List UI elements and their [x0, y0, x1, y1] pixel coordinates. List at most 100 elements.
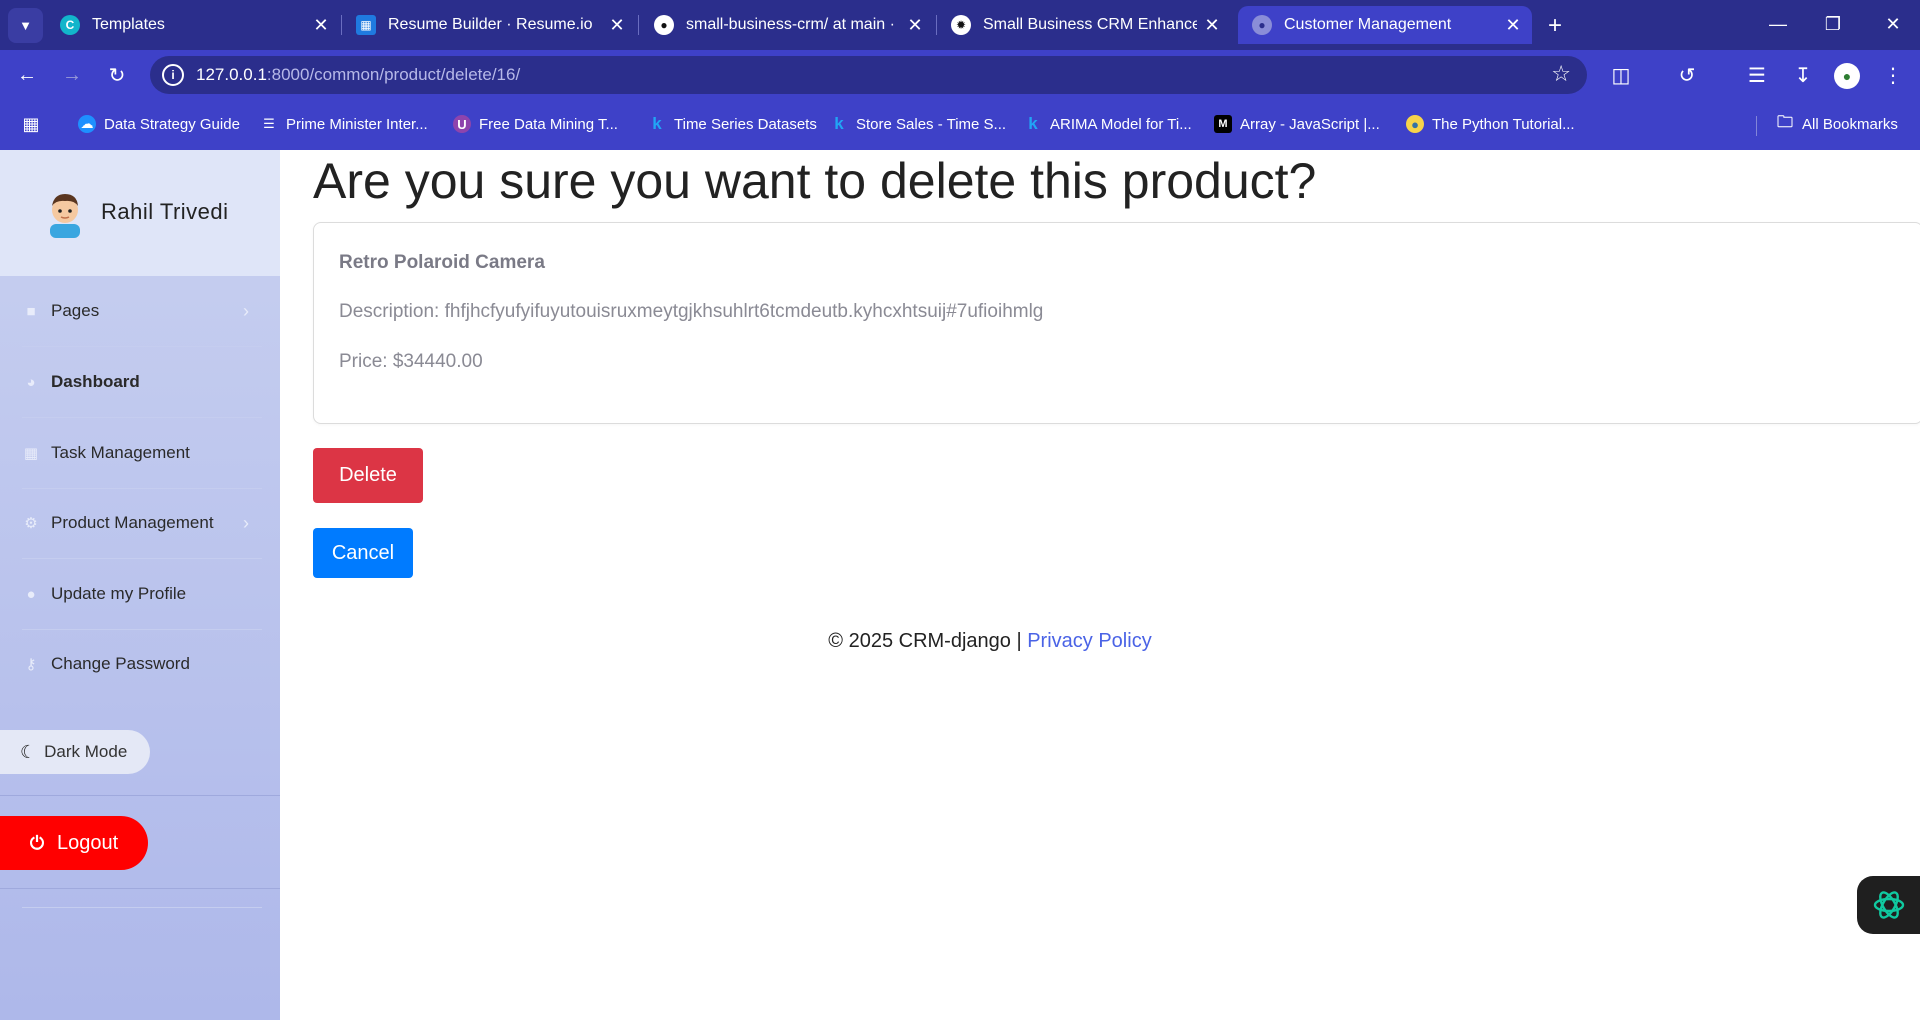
- reload-icon: ↻: [108, 64, 126, 87]
- arrow-left-icon: ←: [17, 63, 37, 86]
- kaggle-icon: k: [834, 114, 844, 133]
- logout-button[interactable]: ⏻ Logout: [0, 816, 148, 870]
- close-icon[interactable]: ✕: [1502, 14, 1524, 36]
- sidebar-divider: [0, 888, 280, 889]
- user-name: Rahil Trivedi: [101, 199, 229, 224]
- bookmark-arima[interactable]: k ARIMA Model for Ti...: [1024, 114, 1192, 133]
- bookmark-python-tutorial[interactable]: ● The Python Tutorial...: [1406, 115, 1575, 133]
- sidebar-item-label: Product Management: [51, 513, 214, 532]
- apps-grid-icon[interactable]: ▦: [22, 114, 48, 134]
- sidebar-item-label: Pages: [51, 301, 100, 320]
- dark-mode-toggle[interactable]: ☾ Dark Mode: [0, 730, 150, 774]
- site-info-icon[interactable]: i: [162, 64, 184, 86]
- sidebar-item-pages[interactable]: ■ Pages ›: [0, 276, 280, 346]
- product-name: Retro Polaroid Camera: [339, 252, 545, 273]
- close-icon: ✕: [1885, 13, 1901, 34]
- tab-title: Resume Builder · Resume.io: [388, 16, 593, 33]
- footer: © 2025 CRM-django | Privacy Policy: [280, 630, 1700, 653]
- close-icon[interactable]: ✕: [1201, 14, 1223, 36]
- tab-search-button[interactable]: ▼: [8, 8, 43, 43]
- download-icon[interactable]: ↧: [1788, 60, 1818, 90]
- url-text: 127.0.0.1:8000/common/product/delete/16/: [196, 65, 520, 85]
- bookmarks-separator: [1756, 116, 1757, 136]
- bookmark-data-strategy[interactable]: ☁ Data Strategy Guide: [78, 115, 240, 133]
- folder-icon: ■: [26, 302, 36, 320]
- user-icon: ●: [26, 585, 36, 603]
- kaggle-icon: k: [652, 114, 662, 133]
- cogs-icon: ⚙: [24, 515, 38, 532]
- sidebar-item-dashboard[interactable]: ◕ Dashboard: [0, 347, 280, 417]
- close-icon[interactable]: ✕: [904, 14, 926, 36]
- dark-mode-label: Dark Mode: [44, 742, 128, 761]
- globe-icon: ●: [1252, 15, 1272, 35]
- sidebar: Rahil Trivedi ■ Pages › ◕ Dashboard ▦ Ta…: [0, 150, 280, 1020]
- bookmark-store-sales[interactable]: k Store Sales - Time S...: [830, 114, 1007, 133]
- bookmark-time-series[interactable]: k Time Series Datasets: [648, 114, 817, 133]
- folder-icon: 🗀: [1776, 113, 1793, 131]
- bookmark-label: Data Strategy Guide: [104, 115, 240, 133]
- bookmark-label: Free Data Mining T...: [479, 115, 618, 133]
- salesforce-icon: ☁: [78, 115, 96, 133]
- main-content: Are you sure you want to delete this pro…: [280, 150, 1920, 1020]
- bookmark-star-icon[interactable]: ☆: [1551, 61, 1571, 87]
- document-icon: ☰: [263, 116, 275, 131]
- sidebar-item-label: Change Password: [51, 654, 190, 673]
- cancel-button[interactable]: Cancel: [313, 528, 413, 578]
- close-window-button[interactable]: ✕: [1870, 8, 1916, 40]
- canva-icon: C: [60, 15, 80, 35]
- product-description: Description: fhfjhcfyufyifuyutouisruxmey…: [339, 301, 1044, 322]
- media-queue-icon[interactable]: ☰: [1742, 60, 1772, 90]
- tab-title: Templates: [92, 16, 165, 33]
- assistant-button[interactable]: [1857, 876, 1920, 934]
- bookmark-free-data-mining[interactable]: U Free Data Mining T...: [453, 115, 618, 133]
- sidebar-item-label: Dashboard: [51, 372, 140, 391]
- extensions-icon[interactable]: ◫: [1606, 60, 1636, 90]
- purple-badge-icon: U: [453, 115, 471, 133]
- avatar: [50, 194, 80, 238]
- openai-icon: ✹: [951, 15, 971, 35]
- tab-resume-builder[interactable]: ▦ Resume Builder · Resume.io ✕: [342, 6, 636, 44]
- reload-button[interactable]: ↻: [100, 58, 134, 92]
- tab-chatgpt[interactable]: ✹ Small Business CRM Enhanceme ✕: [937, 6, 1231, 44]
- address-bar[interactable]: i 127.0.0.1:8000/common/product/delete/1…: [150, 56, 1587, 94]
- forward-button[interactable]: →: [55, 58, 89, 92]
- back-button[interactable]: ←: [10, 58, 44, 92]
- sidebar-item-update-profile[interactable]: ● Update my Profile: [0, 559, 280, 629]
- minimize-icon: —: [1769, 13, 1787, 34]
- restore-button[interactable]: ❐: [1810, 8, 1856, 40]
- tab-github[interactable]: ● small-business-crm/ at main · ra ✕: [640, 6, 934, 44]
- bookmark-prime-minister[interactable]: ☰ Prime Minister Inter...: [260, 115, 428, 133]
- power-icon: ⏻: [29, 832, 45, 853]
- kaggle-icon: k: [1028, 114, 1038, 133]
- delete-button[interactable]: Delete: [313, 448, 423, 503]
- history-icon[interactable]: ↺: [1672, 60, 1702, 90]
- key-icon: ⚷: [25, 656, 37, 673]
- sidebar-item-task-management[interactable]: ▦ Task Management: [0, 418, 280, 488]
- arrow-right-icon: →: [62, 63, 82, 86]
- minimize-button[interactable]: —: [1755, 8, 1801, 40]
- tab-title: Customer Management: [1284, 16, 1452, 33]
- close-icon[interactable]: ✕: [606, 14, 628, 36]
- tab-title: small-business-crm/ at main · ra: [686, 16, 900, 33]
- browser-tab-strip: ▼ C Templates ✕ ▦ Resume Builder · Resum…: [0, 0, 1920, 50]
- python-icon: ●: [1406, 115, 1424, 133]
- new-tab-button[interactable]: +: [1540, 11, 1570, 41]
- profile-avatar-icon[interactable]: ●: [1834, 63, 1860, 89]
- resume-io-icon: ▦: [356, 15, 376, 35]
- privacy-policy-link[interactable]: Privacy Policy: [1027, 630, 1151, 652]
- more-menu-icon[interactable]: ⋮: [1878, 60, 1908, 90]
- sidebar-profile: Rahil Trivedi: [0, 150, 280, 276]
- bookmark-label: ARIMA Model for Ti...: [1050, 115, 1192, 133]
- browser-toolbar: ← → ↻ i 127.0.0.1:8000/common/product/de…: [0, 50, 1920, 100]
- bookmark-label: Array - JavaScript |...: [1240, 115, 1380, 133]
- tab-templates[interactable]: C Templates ✕: [46, 6, 340, 44]
- sidebar-item-change-password[interactable]: ⚷ Change Password: [0, 629, 280, 699]
- chevron-right-icon: ›: [243, 512, 249, 533]
- tab-customer-management[interactable]: ● Customer Management ✕: [1238, 6, 1532, 44]
- all-bookmarks-button[interactable]: 🗀 All Bookmarks: [1776, 113, 1898, 133]
- bookmark-array-js[interactable]: M Array - JavaScript |...: [1214, 115, 1380, 133]
- bookmark-label: Store Sales - Time S...: [856, 115, 1007, 133]
- close-icon[interactable]: ✕: [310, 14, 332, 36]
- sidebar-item-product-management[interactable]: ⚙ Product Management ›: [0, 488, 280, 558]
- tab-title: Small Business CRM Enhanceme: [983, 16, 1197, 33]
